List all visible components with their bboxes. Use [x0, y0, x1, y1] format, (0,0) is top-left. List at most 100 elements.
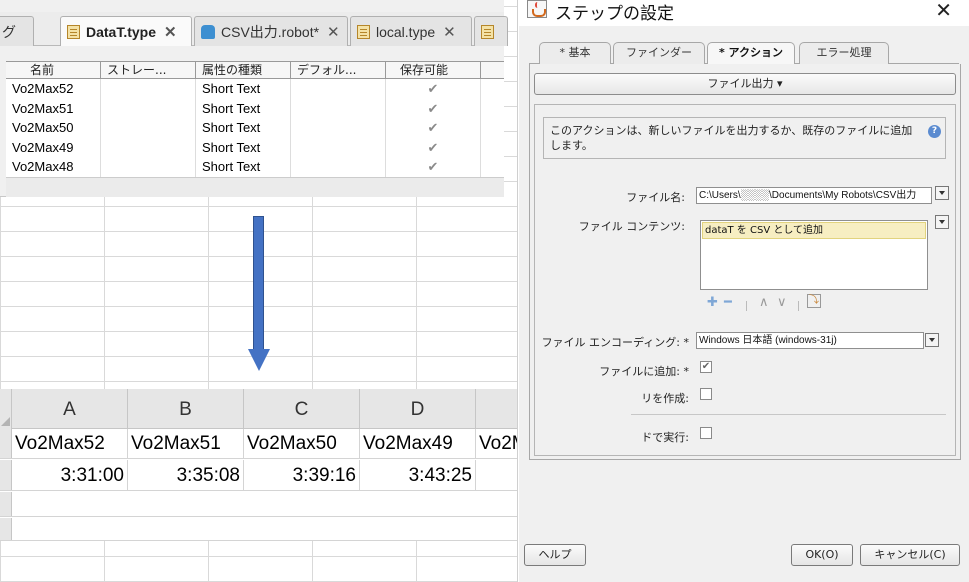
savable-check-icon[interactable]: ✔	[386, 157, 481, 177]
table-cell[interactable]: Short Text	[196, 137, 291, 158]
tab-basic[interactable]: * 基本	[539, 42, 611, 64]
cell-d2[interactable]: 3:43:25	[360, 460, 476, 490]
table-cell[interactable]	[291, 79, 386, 99]
table-cell[interactable]	[101, 118, 196, 138]
description-text: このアクションは、新しいファイルを出力するか、既存のファイルに追加します。	[550, 124, 913, 152]
help-icon[interactable]: ?	[928, 125, 941, 138]
cell-d1[interactable]: Vo2Max49	[360, 429, 476, 458]
column-header-d[interactable]: D	[360, 389, 476, 429]
tab-finder[interactable]: ファインダー	[613, 42, 705, 64]
cell-a1[interactable]: Vo2Max52	[12, 429, 128, 458]
column-header[interactable]: 名前	[6, 62, 101, 79]
table-cell[interactable]: Short Text	[196, 118, 291, 138]
editor-tabbar: グ DataT.type ✕ CSV出力.robot* ✕ local.type…	[0, 12, 508, 46]
background-run-checkbox[interactable]	[700, 427, 712, 439]
cancel-button[interactable]: キャンセル(C)	[860, 544, 960, 566]
table-cell[interactable]	[101, 137, 196, 158]
table-cell[interactable]	[291, 137, 386, 158]
file-contents-item[interactable]: dataT を CSV として追加	[702, 222, 926, 239]
dialog-title: ステップの設定	[555, 4, 674, 24]
attribute-table-header: 名前 ストレー... 属性の種類 デフォル... 保存可能	[6, 61, 504, 79]
file-contents-dropdown[interactable]	[935, 215, 949, 229]
row-header[interactable]	[0, 460, 12, 490]
table-row[interactable]: Vo2Max52 Short Text ✔	[6, 79, 504, 99]
close-icon[interactable]: ✕	[327, 23, 340, 41]
cell-c1[interactable]: Vo2Max50	[244, 429, 360, 458]
row-header[interactable]	[0, 429, 12, 458]
edit-icon[interactable]: ⤵	[807, 294, 821, 308]
tab-partial-right[interactable]	[474, 16, 508, 46]
cell-b1[interactable]: Vo2Max51	[128, 429, 244, 458]
table-cell[interactable]: Vo2Max50	[6, 118, 101, 138]
add-icon[interactable]: ✚	[707, 295, 718, 310]
tab-datat-type[interactable]: DataT.type ✕	[60, 16, 192, 46]
savable-check-icon[interactable]: ✔	[386, 118, 481, 138]
file-contents-list[interactable]: dataT を CSV として追加	[700, 220, 928, 290]
savable-check-icon[interactable]: ✔	[386, 137, 481, 158]
type-editor-panel: グ DataT.type ✕ CSV出力.robot* ✕ local.type…	[0, 0, 508, 197]
file-name-input[interactable]: C:\Users\░░░░\Documents\My Robots\CSV出力	[696, 187, 932, 204]
table-cell[interactable]: Vo2Max48	[6, 157, 101, 177]
column-header[interactable]: 属性の種類	[196, 62, 291, 79]
row-header[interactable]	[0, 492, 12, 516]
close-icon[interactable]: ✕	[935, 0, 952, 22]
table-cell[interactable]: Short Text	[196, 98, 291, 119]
table-cell[interactable]	[101, 98, 196, 119]
table-cell[interactable]	[101, 79, 196, 99]
cell-a2[interactable]: 3:31:00	[12, 460, 128, 490]
table-cell[interactable]	[291, 118, 386, 138]
attribute-table: Vo2Max52 Short Text ✔ Vo2Max51 Short Text ✔ Vo…	[6, 79, 504, 177]
tab-action[interactable]: * アクション	[707, 42, 795, 65]
tab-local-type[interactable]: local.type ✕	[350, 16, 472, 46]
table-row[interactable]: Vo2Max48 Short Text ✔	[6, 157, 504, 177]
tab-error-handling[interactable]: エラー処理	[799, 42, 889, 64]
ok-button[interactable]: OK(O)	[791, 544, 853, 566]
tab-partial[interactable]: グ	[0, 16, 34, 46]
append-to-file-label: ファイルに追加: *	[599, 365, 689, 378]
robot-file-icon	[201, 24, 215, 39]
table-empty-area	[6, 177, 504, 197]
savable-check-icon[interactable]: ✔	[386, 98, 481, 119]
table-row[interactable]: Vo2Max49 Short Text ✔	[6, 137, 504, 158]
tab-label: CSV出力.robot*	[221, 23, 320, 40]
close-icon[interactable]: ✕	[164, 23, 177, 41]
column-header-a[interactable]: A	[12, 389, 128, 429]
table-cell[interactable]	[291, 157, 386, 177]
dialog-body: * 基本 ファインダー * アクション エラー処理 ファイル出力 ▾ このアクシ…	[519, 26, 969, 582]
table-row[interactable]: Vo2Max51 Short Text ✔	[6, 98, 504, 119]
table-cell[interactable]: Vo2Max52	[6, 79, 101, 99]
table-cell[interactable]	[101, 157, 196, 177]
column-header-b[interactable]: B	[128, 389, 244, 429]
cell-b2[interactable]: 3:35:08	[128, 460, 244, 490]
select-all-corner[interactable]	[0, 389, 12, 429]
remove-icon[interactable]: ━	[724, 295, 732, 310]
move-down-icon[interactable]: ∨	[777, 295, 787, 310]
encoding-dropdown-button[interactable]	[925, 333, 939, 347]
action-select-button[interactable]: ファイル出力 ▾	[534, 73, 956, 95]
column-header-c[interactable]: C	[244, 389, 360, 429]
table-cell[interactable]: Short Text	[196, 79, 291, 99]
row-header[interactable]	[0, 518, 12, 540]
move-up-icon[interactable]: ∧	[759, 295, 769, 310]
column-header[interactable]: ストレー...	[101, 62, 196, 79]
tab-csv-robot[interactable]: CSV出力.robot* ✕	[194, 16, 348, 46]
help-button[interactable]: ヘルプ	[524, 544, 586, 566]
cell-c2[interactable]: 3:39:16	[244, 460, 360, 490]
savable-check-icon[interactable]: ✔	[386, 79, 481, 99]
table-cell[interactable]: Short Text	[196, 157, 291, 177]
table-cell[interactable]	[291, 98, 386, 119]
file-encoding-select[interactable]: Windows 日本語 (windows-31j)	[696, 332, 924, 349]
create-directory-checkbox[interactable]	[700, 388, 712, 400]
type-file-icon	[67, 24, 80, 39]
tab-label: local.type	[376, 23, 436, 40]
file-name-expression-dropdown[interactable]	[935, 186, 949, 200]
column-header[interactable]: 保存可能	[386, 62, 481, 79]
column-header-empty	[481, 62, 504, 79]
table-cell[interactable]: Vo2Max49	[6, 137, 101, 158]
append-to-file-checkbox[interactable]: ✔	[700, 361, 712, 373]
down-arrow-shaft	[253, 216, 264, 350]
close-icon[interactable]: ✕	[443, 23, 456, 41]
column-header[interactable]: デフォル...	[291, 62, 386, 79]
table-row[interactable]: Vo2Max50 Short Text ✔	[6, 118, 504, 138]
table-cell[interactable]: Vo2Max51	[6, 98, 101, 119]
